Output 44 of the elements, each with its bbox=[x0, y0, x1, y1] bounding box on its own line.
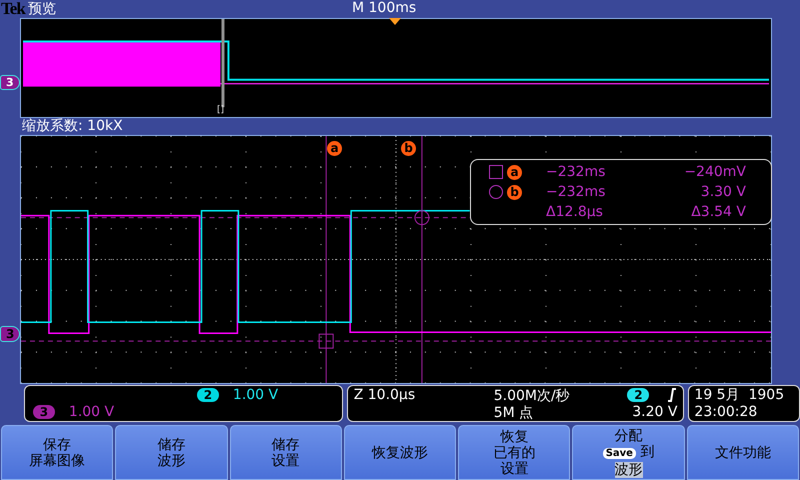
zoom-factor-label: 缩放系数: 10kX bbox=[21, 118, 124, 135]
menu-button[interactable]: 恢复 已有的 设置 bbox=[458, 425, 570, 480]
timebase-label: M 100ms bbox=[352, 0, 416, 16]
menu-button[interactable]: 储存 波形 bbox=[115, 425, 228, 480]
channel-marker: 3 bbox=[0, 326, 20, 342]
mode-title: 预览 bbox=[28, 0, 56, 18]
square-icon bbox=[489, 165, 503, 179]
rising-edge-icon bbox=[667, 388, 678, 402]
sample-rate: 5.00M次/秒 bbox=[494, 386, 571, 404]
zoom-timebase: Z 10.0µs bbox=[354, 386, 416, 404]
cursor-value: −240mV bbox=[683, 164, 746, 180]
save-key-label: Save bbox=[602, 448, 636, 458]
cursor-label: a bbox=[327, 141, 342, 156]
cursor-line[interactable] bbox=[326, 136, 327, 383]
cursor-value: Δ3.54 V bbox=[690, 204, 746, 220]
menu-button[interactable]: 分配 Save 到 波形 bbox=[572, 425, 685, 480]
channel-badge: 2 bbox=[196, 388, 219, 402]
cursor-time: −232ms bbox=[546, 184, 606, 200]
circle-icon bbox=[489, 185, 503, 199]
menu-button[interactable]: 文件功能 bbox=[686, 425, 799, 480]
cursor-line[interactable] bbox=[421, 136, 422, 383]
cursor-label: b bbox=[507, 184, 522, 200]
zoom-position-marker: [] bbox=[217, 105, 224, 115]
channel-marker: 3 bbox=[0, 75, 20, 90]
menu-button[interactable]: 恢复波形 bbox=[344, 425, 456, 480]
menu-button[interactable]: 储存 设置 bbox=[230, 425, 342, 480]
trigger-level: 3.20 V bbox=[631, 404, 678, 420]
cursor-label: b bbox=[401, 141, 416, 156]
date-label: 19 5月 1905 bbox=[694, 386, 786, 404]
brand-logo: Tek bbox=[1, 0, 25, 19]
channel-badge: 3 bbox=[32, 405, 55, 419]
cursor-square-icon bbox=[318, 334, 334, 349]
menu-button[interactable]: 保存 屏幕图像 bbox=[1, 425, 114, 480]
channel-scale: 1.00 V bbox=[232, 387, 278, 403]
cursor-label: a bbox=[507, 164, 522, 180]
cursor-time: Δ12.8µs bbox=[546, 204, 604, 220]
trigger-source-badge: 2 bbox=[627, 388, 650, 402]
cursor-circle-icon bbox=[414, 210, 430, 226]
record-length: 5M 点 bbox=[494, 404, 534, 420]
time-label: 23:00:28 bbox=[694, 404, 758, 420]
trigger-position-icon bbox=[389, 18, 401, 25]
cursor-value: 3.30 V bbox=[700, 184, 746, 200]
cursor-time: −232ms bbox=[546, 164, 606, 180]
channel-scale: 1.00 V bbox=[68, 404, 114, 420]
